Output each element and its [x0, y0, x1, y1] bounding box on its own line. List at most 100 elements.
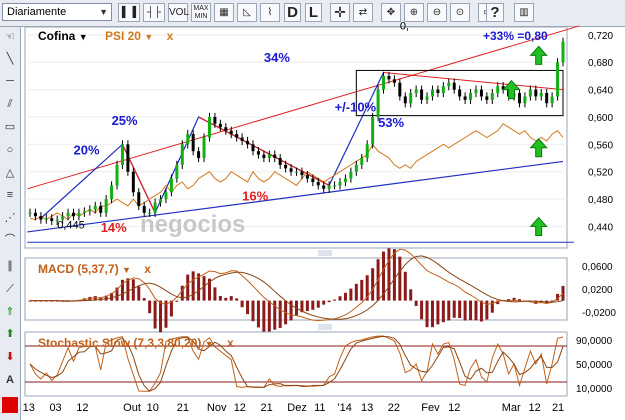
y-tick-label: 0,440 [588, 222, 613, 233]
macd-histogram-bar [490, 300, 494, 313]
close-icon[interactable]: x [227, 336, 234, 350]
candle-body [447, 82, 451, 87]
splitter-handle[interactable] [318, 324, 332, 330]
candle-body [316, 181, 320, 186]
x-tick-label: 12 [234, 402, 246, 414]
macd-histogram-bar [256, 300, 260, 328]
candle-body [240, 137, 244, 141]
summary-label: +33% =0,80 [483, 29, 548, 43]
macd-histogram-bar [392, 249, 396, 301]
candle-body [517, 93, 521, 104]
macd-histogram-bar [360, 279, 364, 301]
macd-histogram-bar [409, 289, 413, 301]
y-tick-label: 0,600 [588, 113, 613, 124]
macd-histogram-bar [251, 300, 255, 322]
macd-histogram-bar [191, 271, 195, 301]
annotation-label: 53% [378, 115, 404, 130]
x-tick-label: 21 [177, 402, 189, 414]
candle-body [349, 171, 353, 179]
candle-body [153, 202, 157, 213]
candle-body [458, 89, 462, 97]
candle-body [267, 154, 271, 159]
candle-body [305, 175, 309, 179]
macd-histogram-bar [262, 300, 266, 332]
candle-body [490, 93, 494, 100]
candle-body [528, 89, 532, 97]
candle-body [142, 205, 146, 213]
candle-body [333, 185, 337, 187]
macd-histogram-bar [224, 297, 228, 301]
candle-body [365, 144, 369, 159]
macd-histogram-bar [235, 298, 239, 301]
candle-body [169, 178, 173, 193]
macd-histogram-bar [202, 276, 206, 301]
x-tick-label: 03 [49, 402, 61, 414]
x-tick-label: Mar [502, 402, 521, 414]
macd-histogram-bar [153, 300, 157, 329]
candle-body [164, 192, 168, 200]
macd-histogram-bar [463, 300, 467, 321]
close-icon[interactable]: x [167, 29, 174, 43]
price-axis: 0,720 0,680 0,640 0,600 0,560 0,520 0,480 0,440 [588, 31, 613, 234]
macd-histogram-bar [126, 278, 130, 301]
macd-histogram-bar [322, 300, 326, 305]
candle-body [420, 89, 424, 100]
stoch-header[interactable]: Stochastic Slow (7,3,3,80,20) ▼ x [38, 336, 234, 350]
macd-histogram-bar [447, 300, 451, 321]
candle-body [360, 158, 364, 165]
candle-body [44, 218, 48, 220]
candle-body [246, 140, 250, 145]
close-icon[interactable]: x [144, 262, 151, 276]
macd-histogram-bar [452, 300, 456, 318]
macd-histogram-bar [414, 300, 418, 306]
candle-body [469, 93, 473, 100]
instrument-name: Cofina [38, 29, 76, 43]
macd-histogram-bar [469, 300, 473, 321]
candle-body [382, 75, 386, 90]
candle-body [110, 185, 114, 200]
candle-body [409, 93, 413, 104]
macd-tick-label: -0,0200 [582, 308, 616, 319]
macd-tick-label: 0,0600 [582, 262, 613, 273]
candle-body [343, 178, 347, 182]
stoch-title: Stochastic Slow (7,3,3,80,20) [38, 336, 202, 350]
macd-histogram-bar [398, 256, 402, 301]
macd-histogram-bar [425, 300, 429, 328]
macd-histogram-bar [436, 300, 440, 325]
macd-histogram-bar [218, 296, 222, 301]
macd-histogram-bar [159, 300, 163, 333]
candle-body [72, 212, 76, 217]
y-tick-label: 0,520 [588, 168, 613, 179]
x-tick-label: 11 [314, 402, 325, 414]
y-tick-label: 0,720 [588, 31, 613, 42]
candle-body [256, 151, 260, 155]
candle-body [550, 96, 554, 104]
y-tick-label: 0,680 [588, 58, 613, 69]
candle-body [131, 171, 135, 193]
macd-histogram-bar [148, 300, 152, 314]
instrument-header[interactable]: Cofina ▼ PSI 20 ▼ x [38, 29, 173, 43]
macd-histogram-bar [305, 300, 309, 311]
macd-histogram-bar [246, 300, 250, 315]
candle-body [137, 192, 141, 206]
candle-body [284, 164, 288, 169]
candle-body [175, 164, 179, 179]
candle-body [229, 130, 233, 135]
macd-header[interactable]: MACD (5,37,7) ▼ x [38, 262, 151, 276]
chevron-down-icon: ▼ [78, 32, 88, 42]
candle-body [436, 89, 440, 94]
splitter-handle[interactable] [318, 250, 332, 256]
y-tick-label: 0,560 [588, 140, 613, 151]
candle-body [387, 75, 391, 80]
macd-histogram-bar [229, 296, 233, 301]
candle-body [33, 212, 37, 217]
candle-body [39, 216, 43, 220]
macd-histogram-bar [131, 279, 135, 301]
x-tick-label: Nov [207, 402, 227, 414]
x-tick-label: '14 [338, 402, 352, 414]
candle-body [66, 212, 70, 217]
candle-body [191, 134, 195, 152]
candle-body [28, 212, 32, 214]
chevron-down-icon: ▼ [144, 32, 154, 42]
candle-body [120, 144, 124, 165]
